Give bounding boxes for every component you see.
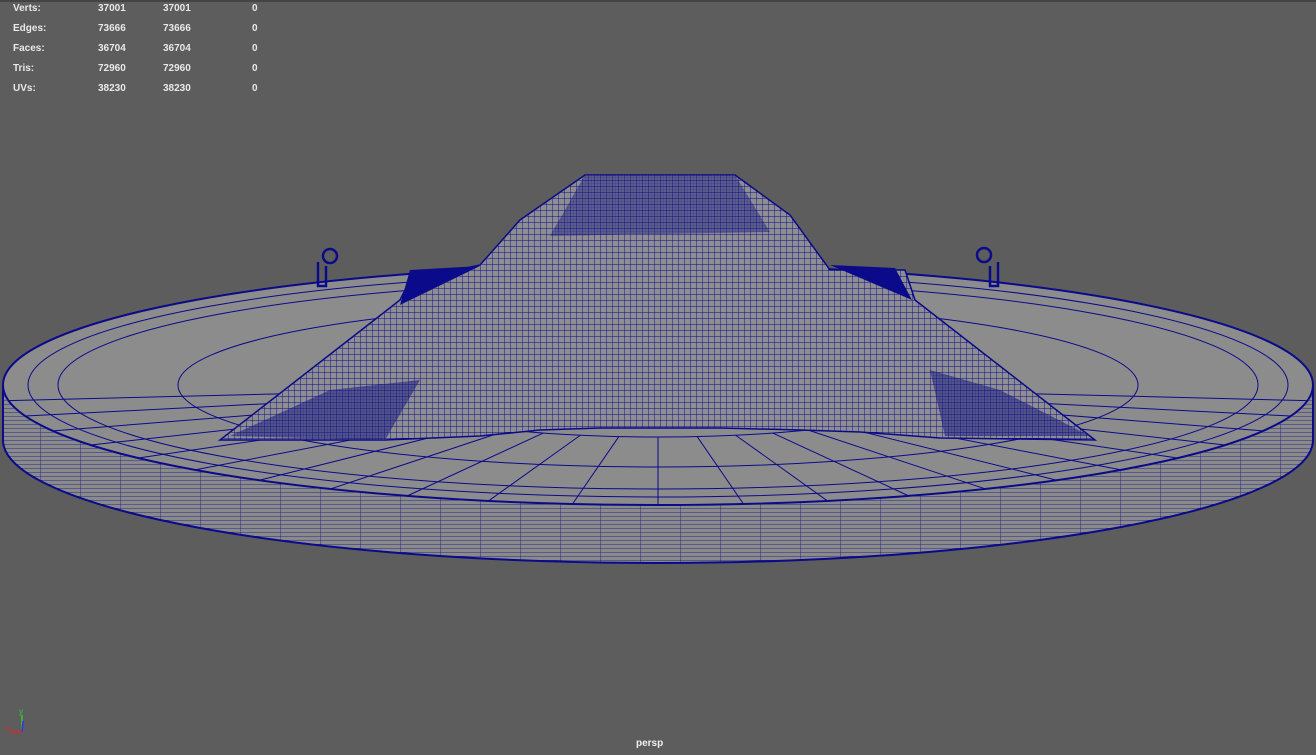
hud-selected: 36704 [163, 43, 191, 54]
hud-total: 73666 [98, 23, 126, 34]
viewport-canvas[interactable] [0, 0, 1316, 755]
hud-row: Edges: 73666 73666 0 [13, 23, 273, 43]
hud-total: 72960 [98, 63, 126, 74]
hud-row: Verts: 37001 37001 0 [13, 3, 273, 23]
svg-text:x: x [6, 724, 10, 733]
hud-other: 0 [252, 83, 258, 94]
hud-selected: 73666 [163, 23, 191, 34]
hud-row: Tris: 72960 72960 0 [13, 63, 273, 83]
hud-row: UVs: 38230 38230 0 [13, 83, 273, 103]
hud-label: Faces: [13, 43, 45, 54]
hud-selected: 72960 [163, 63, 191, 74]
hud-label: Verts: [13, 3, 41, 14]
hud-other: 0 [252, 23, 258, 34]
hud-other: 0 [252, 3, 258, 14]
hud-label: UVs: [13, 83, 36, 94]
axis-gizmo-icon: y x [6, 707, 24, 733]
hud-selected: 37001 [163, 3, 191, 14]
svg-text:y: y [19, 707, 23, 716]
hud-label: Edges: [13, 23, 47, 34]
hud-row: Faces: 36704 36704 0 [13, 43, 273, 63]
hud-total: 38230 [98, 83, 126, 94]
hud-selected: 38230 [163, 83, 191, 94]
hud-label: Tris: [13, 63, 35, 74]
hud-other: 0 [252, 43, 258, 54]
poly-count-hud: Verts: 37001 37001 0 Edges: 73666 73666 0 Faces:… [13, 3, 273, 103]
camera-label: persp [636, 738, 664, 749]
hud-other: 0 [252, 63, 258, 74]
hud-total: 36704 [98, 43, 126, 54]
hud-total: 37001 [98, 3, 126, 14]
